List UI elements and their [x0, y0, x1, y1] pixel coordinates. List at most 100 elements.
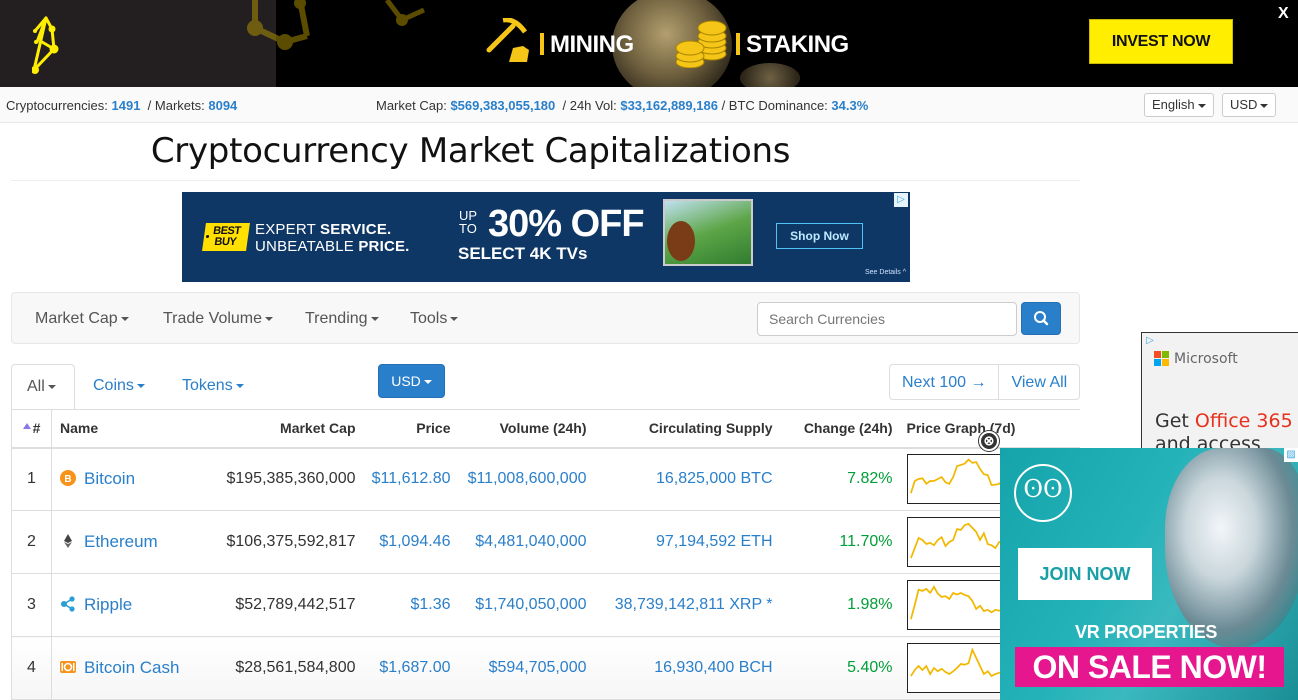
microsoft-logo: Microsoft	[1154, 351, 1238, 367]
language-dropdown[interactable]: English	[1144, 93, 1214, 117]
chevron-down-icon	[120, 316, 129, 321]
search-icon	[1034, 311, 1049, 326]
btc-dominance-value[interactable]: 34.3%	[831, 98, 868, 113]
market-cap-total[interactable]: $569,383,055,180	[450, 98, 555, 113]
nav-trade-volume[interactable]: Trade Volume	[163, 310, 274, 328]
vr-properties-ad[interactable]: ʘʘ JOIN NOW VR PROPERTIES ON SALE NOW! ▨	[1000, 448, 1298, 700]
top-banner-ad[interactable]: MINING STAKING INVEST NOW X	[0, 0, 1298, 100]
supply-link[interactable]: 16,930,400 BCH	[654, 659, 772, 676]
volume-cell: $11,008,600,000	[458, 447, 595, 511]
shop-now-button[interactable]: Shop Now	[776, 223, 863, 249]
name-cell: Ethereum	[51, 510, 212, 574]
name-cell: B Bitcoin	[51, 447, 212, 511]
join-now-button[interactable]: JOIN NOW	[1018, 548, 1152, 600]
face-image	[1165, 448, 1298, 648]
page-title-container: Cryptocurrency Market Capitalizations	[11, 127, 1080, 181]
next-100-link[interactable]: Next 100 →	[890, 365, 998, 399]
price-sparkline[interactable]	[906, 643, 1007, 693]
pickaxe-icon	[486, 18, 529, 62]
rank-cell: 3	[11, 573, 52, 637]
close-ad-icon[interactable]: ⊗	[979, 431, 999, 451]
nav-market-cap[interactable]: Market Cap	[35, 310, 129, 328]
supply-cell: 38,739,142,811 XRP *	[594, 573, 781, 637]
change-cell: 7.82%	[780, 447, 901, 511]
coin-name-link[interactable]: Bitcoin Cash	[84, 658, 179, 677]
price-sparkline[interactable]	[906, 454, 1007, 505]
price-sparkline[interactable]	[906, 580, 1007, 630]
col-supply[interactable]: Circulating Supply	[594, 409, 781, 449]
cryptocurrencies-count[interactable]: 1491	[112, 98, 141, 113]
page-title: Cryptocurrency Market Capitalizations	[150, 131, 791, 171]
supply-link[interactable]: 38,739,142,811 XRP *	[615, 596, 773, 613]
tab-coins[interactable]: Coins	[93, 377, 145, 395]
main-navbar: Market Cap Trade Volume Trending Tools	[11, 292, 1080, 344]
bestbuy-logo: BEST BUY	[202, 223, 250, 251]
price-link[interactable]: $1,094.46	[379, 533, 450, 550]
see-details-link[interactable]: See Details ^	[865, 269, 906, 276]
col-change[interactable]: Change (24h)	[780, 409, 901, 449]
bestbuy-ad[interactable]: BEST BUY EXPERT SERVICE. UNBEATABLE PRICE…	[182, 192, 910, 282]
rank-cell: 4	[11, 636, 52, 700]
ad-up-to: UP TO	[459, 208, 477, 236]
markets-label: / Markets:	[147, 98, 205, 113]
chevron-down-icon	[423, 380, 432, 385]
price-sparkline[interactable]	[906, 517, 1007, 567]
volume-link[interactable]: $4,481,040,000	[475, 533, 586, 550]
adchoices-icon[interactable]: ▷	[894, 193, 908, 207]
supply-cell: 16,930,400 BCH	[594, 636, 781, 700]
tab-tokens[interactable]: Tokens	[182, 377, 244, 395]
ripple-icon	[60, 596, 84, 614]
vr-headline: VR PROPERTIES	[1075, 622, 1218, 642]
market-cap-cell: $106,375,592,817	[211, 510, 364, 574]
currency-dropdown[interactable]: USD	[1222, 93, 1277, 117]
chevron-down-icon	[136, 383, 145, 388]
coin-name-link[interactable]: Ethereum	[84, 532, 158, 551]
supply-link[interactable]: 16,825,000 BTC	[656, 470, 773, 487]
volume-total[interactable]: $33,162,889,186	[620, 98, 718, 113]
price-link[interactable]: $1,687.00	[379, 659, 450, 676]
cryptocurrencies-label: Cryptocurrencies:	[6, 98, 108, 113]
volume-cell: $594,705,000	[458, 636, 595, 700]
currency-usd-button[interactable]: USD	[378, 364, 445, 398]
volume-link[interactable]: $11,008,600,000	[468, 470, 587, 487]
close-ad-button[interactable]: X	[1278, 5, 1289, 23]
volume-label: / 24h Vol:	[562, 98, 617, 113]
chevron-down-icon	[1197, 103, 1206, 108]
microsoft-squares-icon	[1154, 351, 1169, 366]
invest-now-button[interactable]: INVEST NOW	[1089, 19, 1233, 64]
tab-all[interactable]: All	[11, 364, 75, 409]
ad-logo-area	[0, 0, 276, 87]
volume-link[interactable]: $1,740,050,000	[475, 596, 586, 613]
table-header-row: # Name Market Cap Price Volume (24h) Cir…	[11, 409, 1080, 449]
volume-link[interactable]: $594,705,000	[489, 659, 587, 676]
adchoices-icon[interactable]: ▷	[1143, 334, 1157, 348]
markets-count[interactable]: 8094	[208, 98, 237, 113]
nav-tools[interactable]: Tools	[410, 310, 459, 328]
market-cap-cell: $195,385,360,000	[211, 447, 364, 511]
pagination: Next 100 → View All	[889, 364, 1081, 400]
view-all-link[interactable]: View All	[998, 365, 1079, 399]
chevron-down-icon	[370, 316, 379, 321]
global-stats-bar: Cryptocurrencies: 1491 / Markets: 8094 M…	[0, 87, 1298, 123]
bitcoin-icon: B	[60, 470, 84, 488]
network-decoration-icon	[247, 0, 310, 50]
name-cell: Ripple	[51, 573, 212, 637]
col-name[interactable]: Name	[51, 409, 212, 449]
market-cap-label: Market Cap:	[376, 98, 447, 113]
coin-name-link[interactable]: Ripple	[84, 595, 132, 614]
col-rank[interactable]: #	[11, 409, 52, 449]
supply-link[interactable]: 97,194,592 ETH	[656, 533, 773, 550]
nav-trending[interactable]: Trending	[305, 310, 379, 328]
rank-cell: 2	[11, 510, 52, 574]
ad-image-icon[interactable]: ▨	[1284, 448, 1298, 462]
search-input[interactable]	[757, 302, 1017, 336]
table-row: 4 Bitcoin Cash $28,561,584,800 $1,687.00 $59…	[11, 636, 1080, 700]
search-button[interactable]	[1021, 302, 1061, 335]
col-price[interactable]: Price	[363, 409, 459, 449]
col-market-cap[interactable]: Market Cap	[211, 409, 364, 449]
price-link[interactable]: $11,612.80	[372, 470, 451, 487]
change-cell: 5.40%	[780, 636, 901, 700]
col-volume[interactable]: Volume (24h)	[458, 409, 595, 449]
coin-name-link[interactable]: Bitcoin	[84, 469, 135, 488]
price-link[interactable]: $1.36	[410, 596, 450, 613]
